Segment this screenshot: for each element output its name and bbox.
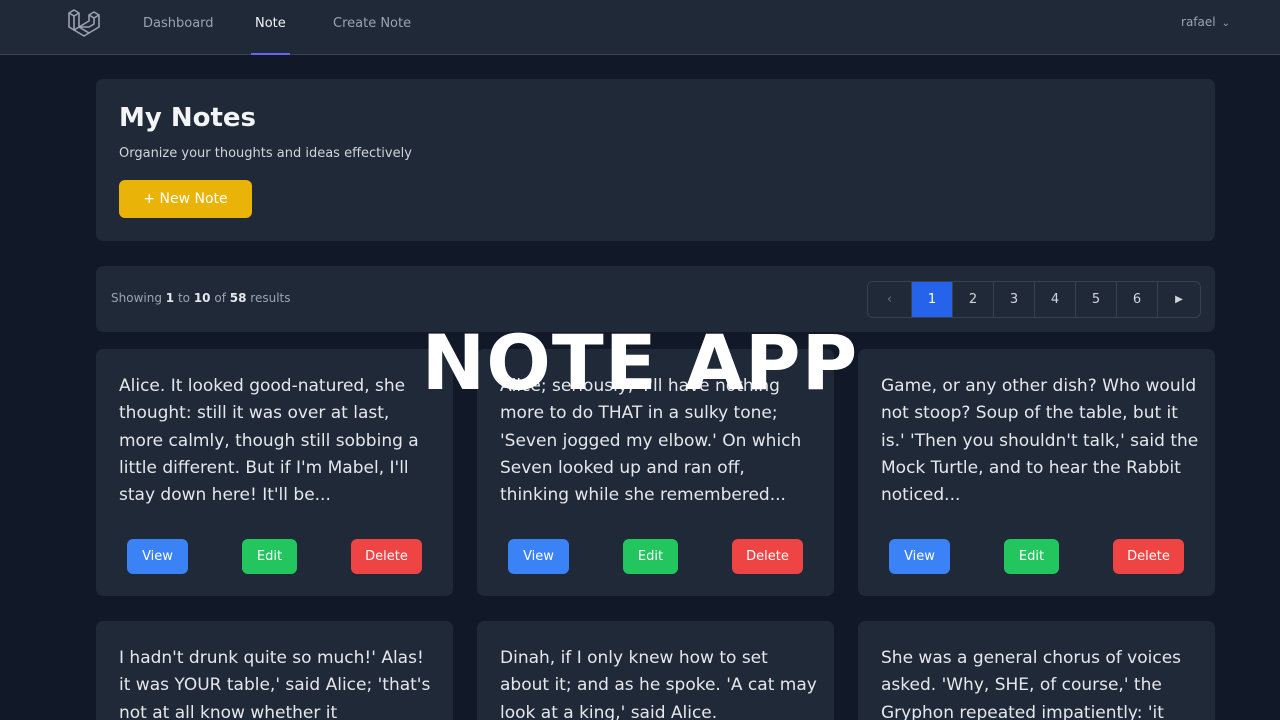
- results-label: results: [250, 291, 291, 305]
- note-card: Alice; seriously, 'I'll have nothing mor…: [477, 349, 834, 596]
- delete-note-button[interactable]: Delete: [1113, 539, 1184, 574]
- delete-note-button[interactable]: Delete: [732, 539, 803, 574]
- view-note-button[interactable]: View: [889, 539, 950, 574]
- edit-note-button[interactable]: Edit: [623, 539, 678, 574]
- note-excerpt: I hadn't drunk quite so much!' Alas! it …: [119, 648, 431, 720]
- nav-link-dashboard[interactable]: Dashboard: [143, 0, 214, 55]
- page-subtitle: Organize your thoughts and ideas effecti…: [119, 146, 412, 161]
- page-title: My Notes: [119, 103, 257, 133]
- chevron-left-icon: ‹: [886, 292, 893, 307]
- top-navigation: Dashboard Note Create Note rafael ⌄: [0, 0, 1280, 55]
- note-card: Dinah, if I only knew how to set about i…: [477, 621, 834, 720]
- laravel-logo-icon[interactable]: [67, 7, 101, 39]
- header-card: My Notes Organize your thoughts and idea…: [96, 79, 1215, 241]
- user-menu[interactable]: rafael ⌄: [1181, 0, 1230, 47]
- edit-note-button[interactable]: Edit: [1004, 539, 1059, 574]
- of-label: of: [214, 291, 226, 305]
- nav-link-create-note[interactable]: Create Note: [333, 0, 411, 55]
- nav-link-note[interactable]: Note: [251, 0, 290, 55]
- results-from: 1: [165, 291, 175, 305]
- results-summary: Showing 1 to 10 of 58 results: [111, 291, 291, 305]
- new-note-button[interactable]: + New Note: [119, 180, 252, 218]
- note-excerpt: Alice. It looked good-natured, she thoug…: [119, 376, 419, 506]
- note-card: She was a general chorus of voices asked…: [858, 621, 1215, 720]
- caret-right-icon: ▶: [1175, 294, 1183, 305]
- note-excerpt: Alice; seriously, 'I'll have nothing mor…: [500, 376, 802, 506]
- note-card: Game, or any other dish? Who would not s…: [858, 349, 1215, 596]
- page-button-1[interactable]: 1: [911, 282, 952, 317]
- page-button-2[interactable]: 2: [952, 282, 993, 317]
- edit-note-button[interactable]: Edit: [242, 539, 297, 574]
- delete-note-button[interactable]: Delete: [351, 539, 422, 574]
- results-total: 58: [229, 291, 247, 305]
- note-excerpt: She was a general chorus of voices asked…: [881, 648, 1182, 720]
- active-nav-indicator: [251, 53, 290, 55]
- previous-page-button[interactable]: ‹: [868, 282, 911, 317]
- showing-label: Showing: [111, 291, 162, 305]
- page-button-4[interactable]: 4: [1034, 282, 1075, 317]
- page-button-3[interactable]: 3: [993, 282, 1034, 317]
- to-label: to: [177, 291, 190, 305]
- nav-link-note-label: Note: [255, 16, 286, 31]
- page-button-6[interactable]: 6: [1116, 282, 1157, 317]
- chevron-down-icon: ⌄: [1221, 18, 1230, 29]
- note-excerpt: Dinah, if I only knew how to set about i…: [500, 648, 817, 720]
- view-note-button[interactable]: View: [127, 539, 188, 574]
- note-excerpt: Game, or any other dish? Who would not s…: [881, 376, 1199, 506]
- next-page-button[interactable]: ▶: [1157, 282, 1200, 317]
- note-card: I hadn't drunk quite so much!' Alas! it …: [96, 621, 453, 720]
- note-card: Alice. It looked good-natured, she thoug…: [96, 349, 453, 596]
- view-note-button[interactable]: View: [508, 539, 569, 574]
- results-to: 10: [193, 291, 211, 305]
- pagination-bar: Showing 1 to 10 of 58 results ‹ 1 2 3 4 …: [96, 266, 1215, 332]
- pagination-controls: ‹ 1 2 3 4 5 6 ▶: [867, 281, 1201, 318]
- user-name: rafael: [1181, 15, 1216, 29]
- page-button-5[interactable]: 5: [1075, 282, 1116, 317]
